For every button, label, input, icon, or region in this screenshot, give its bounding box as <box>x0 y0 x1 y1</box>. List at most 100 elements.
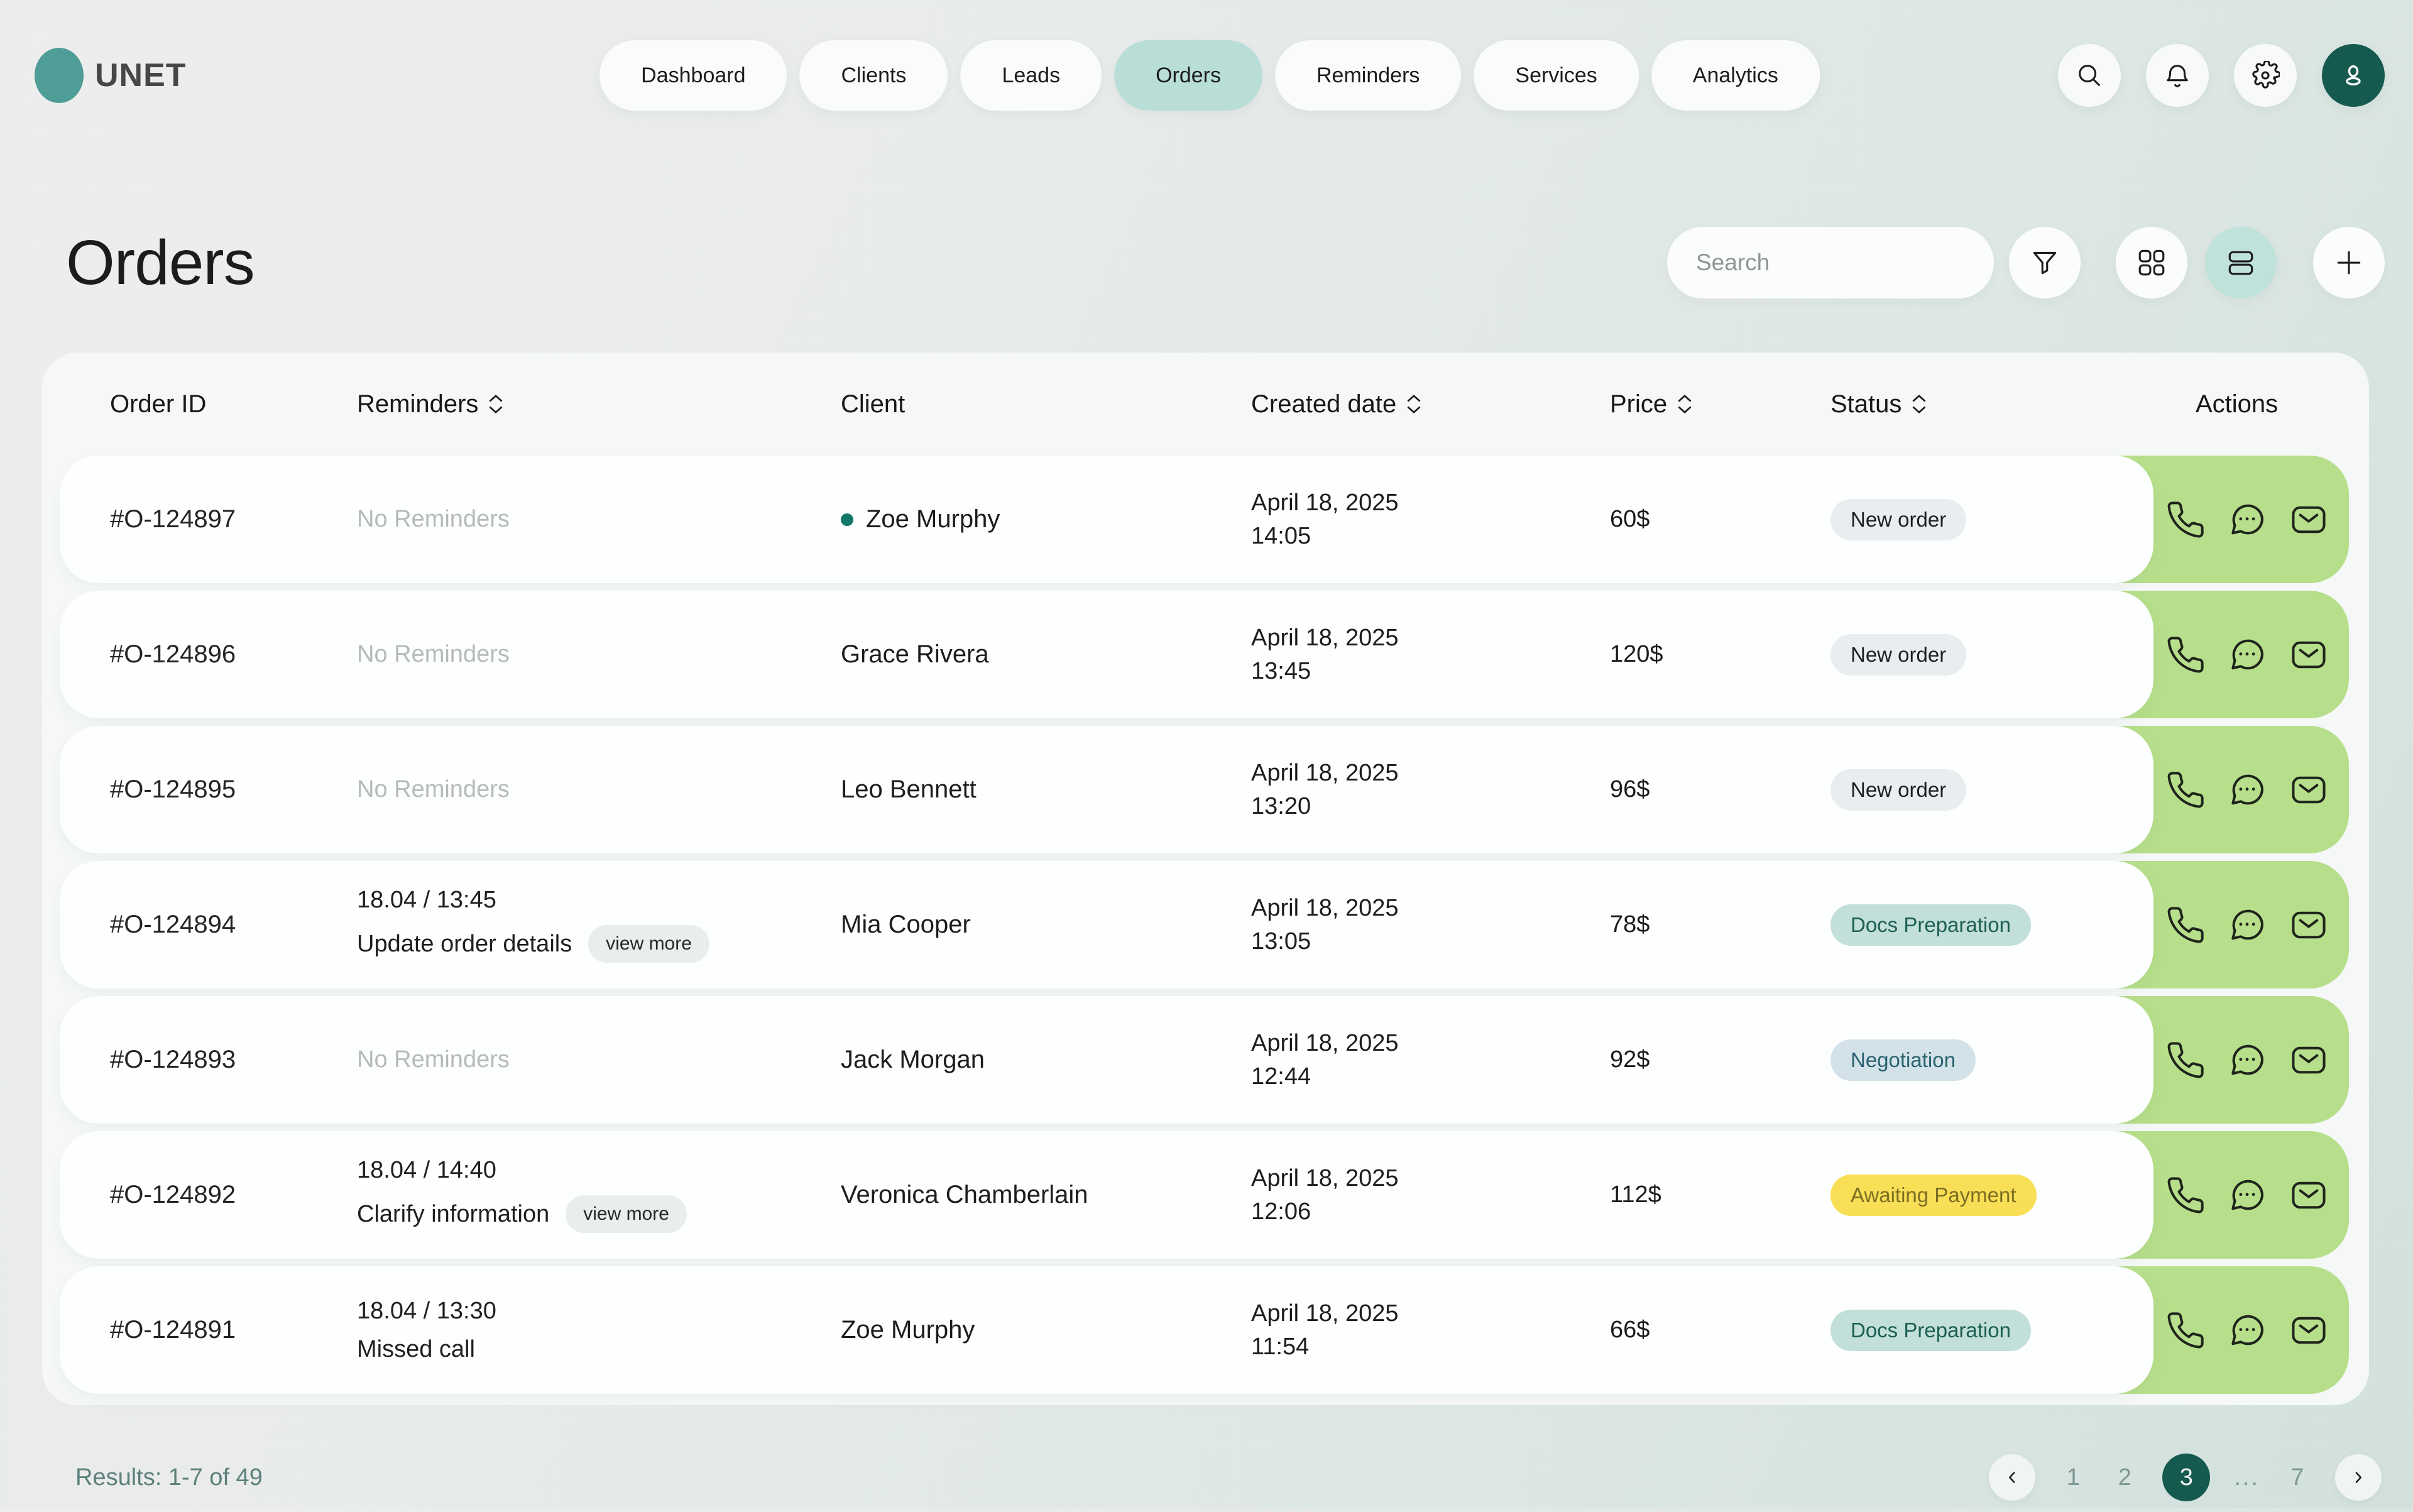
nav-item-clients[interactable]: Clients <box>800 40 948 111</box>
nav-item-dashboard[interactable]: Dashboard <box>599 40 787 111</box>
grid-view-button[interactable] <box>2116 227 2187 299</box>
reminder-time: 18.04 / 14:40 <box>357 1157 841 1184</box>
search-input[interactable] <box>1695 249 1996 277</box>
order-row-card[interactable]: #O-124895 No Reminders Leo Bennett April… <box>60 726 2153 853</box>
page-ellipsis: ... <box>2234 1464 2260 1491</box>
table-row: #O-124895 No Reminders Leo Bennett April… <box>60 726 2349 853</box>
status-cell: New order <box>1830 769 2153 811</box>
email-button[interactable] <box>2287 1309 2330 1352</box>
chat-button[interactable] <box>2226 1174 2268 1217</box>
order-row-card[interactable]: #O-124891 18.04 / 13:30 Missed call Zoe … <box>60 1266 2153 1394</box>
chat-icon <box>2227 770 2267 810</box>
order-id: #O-124892 <box>110 1181 357 1209</box>
gear-icon <box>2251 61 2280 90</box>
email-button[interactable] <box>2287 769 2330 811</box>
order-row-card[interactable]: #O-124897 No Reminders Zoe Murphy April … <box>60 456 2153 583</box>
price-cell: 96$ <box>1610 776 1830 803</box>
price-cell: 92$ <box>1610 1046 1830 1073</box>
page-2[interactable]: 2 <box>2111 1464 2138 1491</box>
phone-icon <box>2165 500 2206 540</box>
call-button[interactable] <box>2164 904 2207 946</box>
call-button[interactable] <box>2164 769 2207 811</box>
sort-icon[interactable] <box>1676 393 1693 415</box>
order-row-card[interactable]: #O-124896 No Reminders Grace Rivera Apri… <box>60 591 2153 718</box>
nav-item-leads[interactable]: Leads <box>960 40 1102 111</box>
chat-button[interactable] <box>2226 633 2268 676</box>
nav-item-services[interactable]: Services <box>1474 40 1638 111</box>
search-button[interactable] <box>2058 44 2121 107</box>
status-badge: Docs Preparation <box>1830 904 2031 946</box>
order-row-card[interactable]: #O-124894 18.04 / 13:45 Update order det… <box>60 861 2153 989</box>
search-icon <box>2075 61 2104 90</box>
no-reminders-label: No Reminders <box>357 1046 510 1073</box>
created-date: April 18, 2025 <box>1251 622 1610 655</box>
client-name: Zoe Murphy <box>866 505 1000 534</box>
chat-button[interactable] <box>2226 1309 2268 1352</box>
email-button[interactable] <box>2287 633 2330 676</box>
brand-logo[interactable]: UNET <box>35 48 187 103</box>
created-date: April 18, 2025 <box>1251 1297 1610 1330</box>
bell-icon <box>2163 61 2192 90</box>
page-1[interactable]: 1 <box>2059 1464 2087 1491</box>
mail-icon <box>2289 1310 2329 1350</box>
sort-icon[interactable] <box>1910 393 1928 415</box>
created-date-cell: April 18, 2025 12:06 <box>1251 1162 1610 1229</box>
online-dot <box>841 513 853 526</box>
page-7[interactable]: 7 <box>2284 1464 2311 1491</box>
table-header: Order ID Reminders Client Created date P… <box>60 353 2349 456</box>
view-more-button[interactable]: view more <box>566 1195 687 1233</box>
profile-avatar[interactable] <box>2322 44 2385 107</box>
page-title: Orders <box>66 227 254 299</box>
nav-item-analytics[interactable]: Analytics <box>1651 40 1820 111</box>
mail-icon <box>2289 500 2329 540</box>
chevron-left-icon <box>2003 1468 2022 1487</box>
call-button[interactable] <box>2164 1039 2207 1082</box>
brand-name: UNET <box>95 57 187 94</box>
client-cell: Jack Morgan <box>841 1046 1251 1074</box>
chat-button[interactable] <box>2226 1039 2268 1082</box>
status-cell: Docs Preparation <box>1830 1310 2153 1351</box>
column-header-label: Order ID <box>110 390 206 419</box>
sort-icon[interactable] <box>487 393 505 415</box>
reminders-cell: No Reminders <box>357 1046 841 1073</box>
call-button[interactable] <box>2164 633 2207 676</box>
reminder-text: Missed call <box>357 1336 475 1363</box>
view-more-button[interactable]: view more <box>588 925 709 963</box>
phone-icon <box>2165 1040 2206 1080</box>
notifications-button[interactable] <box>2146 44 2209 107</box>
call-button[interactable] <box>2164 1174 2207 1217</box>
email-button[interactable] <box>2287 498 2330 541</box>
order-row-card[interactable]: #O-124892 18.04 / 14:40 Clarify informat… <box>60 1131 2153 1259</box>
email-button[interactable] <box>2287 1174 2330 1217</box>
call-button[interactable] <box>2164 498 2207 541</box>
prev-page-button[interactable] <box>1989 1454 2035 1501</box>
email-button[interactable] <box>2287 1039 2330 1082</box>
add-order-button[interactable] <box>2313 227 2385 299</box>
phone-icon <box>2165 770 2206 810</box>
search-bar[interactable] <box>1667 227 1994 299</box>
brand-logo-icon <box>35 48 84 103</box>
nav-item-orders[interactable]: Orders <box>1114 40 1262 111</box>
email-button[interactable] <box>2287 904 2330 946</box>
nav-item-reminders[interactable]: Reminders <box>1275 40 1461 111</box>
status-badge: New order <box>1830 769 1966 811</box>
column-header: Client <box>841 390 1251 419</box>
chat-button[interactable] <box>2226 769 2268 811</box>
reminders-cell: No Reminders <box>357 506 841 533</box>
phone-icon <box>2165 905 2206 945</box>
call-button[interactable] <box>2164 1309 2207 1352</box>
sort-icon[interactable] <box>1405 393 1423 415</box>
page-3[interactable]: 3 <box>2162 1454 2210 1501</box>
order-row-card[interactable]: #O-124893 No Reminders Jack Morgan April… <box>60 996 2153 1124</box>
column-header: Actions <box>2153 390 2349 419</box>
filter-button[interactable] <box>2009 227 2081 299</box>
settings-button[interactable] <box>2234 44 2297 107</box>
list-view-button[interactable] <box>2205 227 2277 299</box>
chat-button[interactable] <box>2226 498 2268 541</box>
reminders-cell: 18.04 / 13:30 Missed call <box>357 1298 841 1363</box>
chat-button[interactable] <box>2226 904 2268 946</box>
client-cell: Zoe Murphy <box>841 505 1251 534</box>
no-reminders-label: No Reminders <box>357 506 510 532</box>
reminders-cell: No Reminders <box>357 776 841 803</box>
next-page-button[interactable] <box>2335 1454 2382 1501</box>
